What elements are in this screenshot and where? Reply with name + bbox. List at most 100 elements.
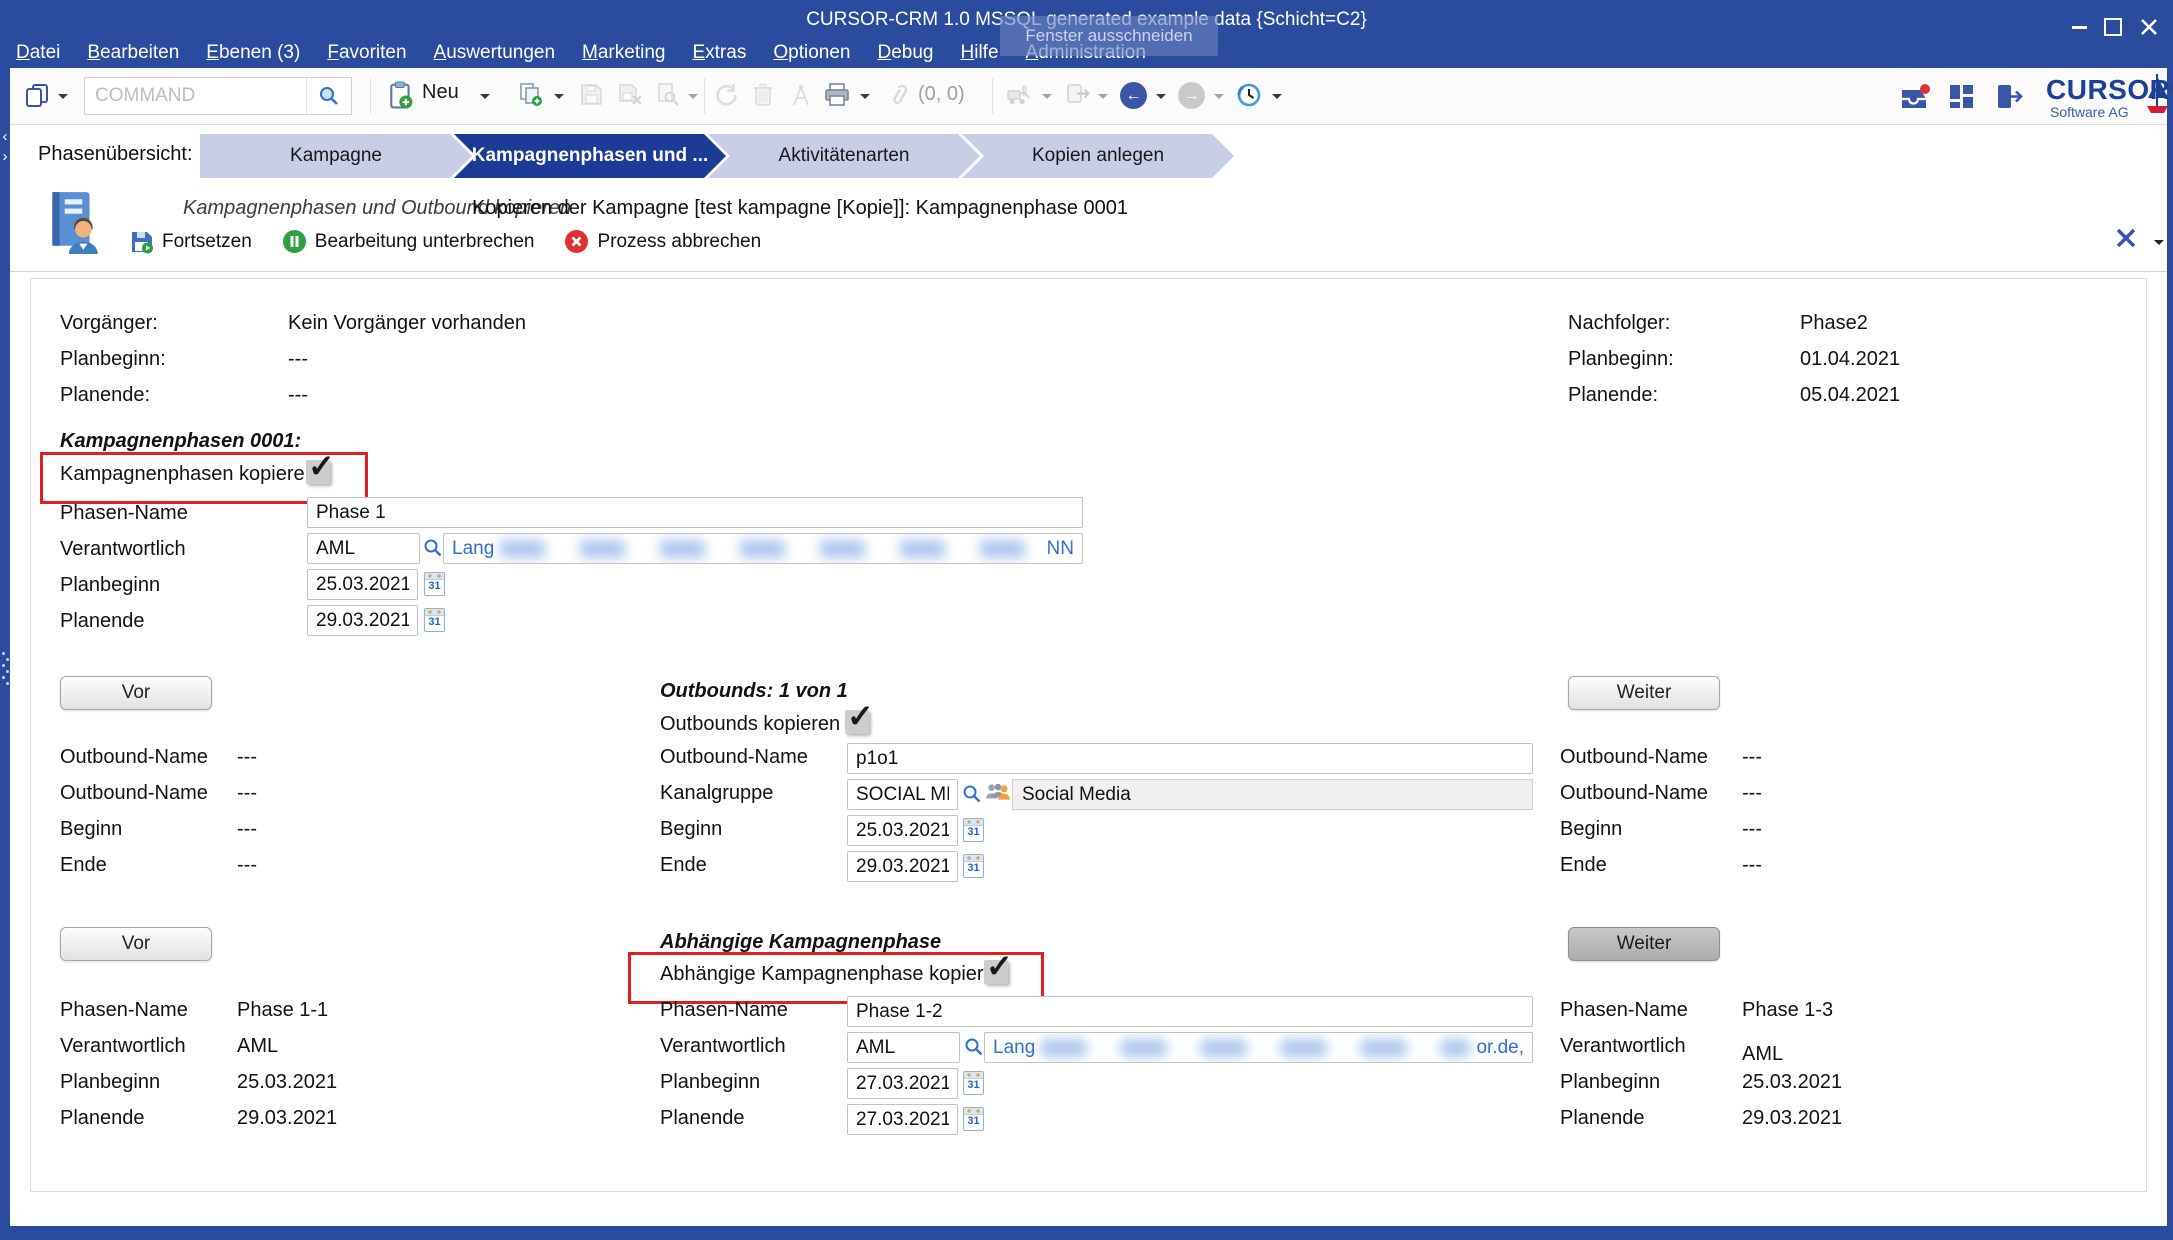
close-process-button[interactable] bbox=[2114, 226, 2144, 256]
menu-item-bearbeiten[interactable]: Bearbeiten bbox=[87, 42, 179, 64]
campaign-book-icon bbox=[44, 190, 102, 259]
lookup-search-icon[interactable] bbox=[962, 784, 982, 804]
history-caret-icon[interactable] bbox=[1272, 94, 1282, 99]
menu-item-debug[interactable]: Debug bbox=[877, 42, 933, 64]
maximize-button[interactable] bbox=[2100, 14, 2126, 40]
new-record-icon[interactable] bbox=[388, 80, 414, 110]
calendar-icon[interactable] bbox=[963, 1071, 984, 1095]
save-continue-icon bbox=[130, 230, 154, 254]
logout-icon[interactable] bbox=[1996, 83, 2026, 110]
menu-item-marketing[interactable]: Marketing bbox=[582, 42, 665, 64]
header-divider bbox=[10, 271, 2167, 272]
toolbar: Neu (0, 0) bbox=[10, 68, 2167, 125]
verantwortlich-link-field[interactable]: Lang NN bbox=[443, 533, 1083, 564]
calendar-icon[interactable] bbox=[963, 854, 984, 878]
outbounds-heading: Outbounds: 1 von 1 bbox=[660, 680, 848, 703]
verantwortlich-key-input[interactable] bbox=[307, 533, 420, 564]
save-close-icon bbox=[618, 83, 643, 106]
collapse-left-icon[interactable]: ‹ bbox=[0, 128, 10, 146]
outbound-name-label: Outbound-Name bbox=[1560, 746, 1708, 769]
navigate-back-icon[interactable]: ← bbox=[1120, 82, 1147, 109]
link-text-start: Lang bbox=[993, 1037, 1035, 1059]
planende-input[interactable] bbox=[847, 1104, 958, 1135]
print-icon[interactable] bbox=[824, 83, 850, 107]
menu-item-optionen[interactable]: Optionen bbox=[773, 42, 850, 64]
planbeginn-input[interactable] bbox=[307, 569, 418, 600]
command-input[interactable] bbox=[85, 85, 306, 107]
copy-phases-checkbox[interactable] bbox=[306, 460, 330, 484]
copy-outbounds-label: Outbounds kopieren bbox=[660, 713, 840, 736]
inbox-icon[interactable] bbox=[1898, 82, 1930, 110]
kanalgruppe-key-input[interactable] bbox=[847, 779, 958, 810]
minimize-button[interactable] bbox=[2066, 14, 2092, 40]
beginn-value: --- bbox=[1742, 818, 1762, 841]
phasen-name-input[interactable] bbox=[307, 497, 1083, 528]
window-list-icon[interactable] bbox=[24, 82, 50, 108]
drag-handle-dot bbox=[2, 664, 5, 667]
weiter-button[interactable]: Weiter bbox=[1568, 676, 1720, 710]
command-box bbox=[84, 77, 352, 115]
phasen-name-value: Phase 1-1 bbox=[237, 999, 328, 1022]
calendar-icon[interactable] bbox=[424, 608, 445, 632]
calendar-icon[interactable] bbox=[424, 572, 445, 596]
calendar-icon[interactable] bbox=[963, 818, 984, 842]
ende-label: Ende bbox=[60, 854, 107, 877]
print-caret-icon[interactable] bbox=[860, 94, 870, 99]
menu-item-ebenen[interactable]: Ebenen (3) bbox=[206, 42, 300, 64]
menu-item-datei[interactable]: Datei bbox=[16, 42, 60, 64]
planende-label: Planende bbox=[60, 610, 145, 633]
tab-kopien-anlegen[interactable]: Kopien anlegen bbox=[962, 134, 1234, 178]
copy-dependent-checkbox[interactable] bbox=[984, 960, 1008, 984]
weiter-button[interactable]: Weiter bbox=[1568, 927, 1720, 961]
phasen-name-input[interactable] bbox=[847, 996, 1533, 1027]
pause-label: Bearbeitung unterbrechen bbox=[315, 231, 535, 253]
outbound-name-value: --- bbox=[1742, 746, 1762, 769]
beginn-value: --- bbox=[237, 818, 257, 841]
verantwortlich-label: Verantwortlich bbox=[60, 538, 186, 561]
verantwortlich-link-field[interactable]: Lang or.de, bbox=[984, 1032, 1533, 1063]
predecessor-label: Vorgänger: bbox=[60, 312, 158, 335]
new-button-label[interactable]: Neu bbox=[422, 81, 459, 104]
refresh-icon bbox=[714, 83, 738, 107]
menu-item-hilfe[interactable]: Hilfe bbox=[960, 42, 998, 64]
copy-outbounds-checkbox[interactable] bbox=[845, 710, 869, 734]
forward-caret-icon bbox=[1214, 94, 1224, 99]
window-list-caret-icon[interactable] bbox=[58, 94, 68, 99]
beginn-input[interactable] bbox=[847, 815, 958, 846]
close-options-caret-icon[interactable] bbox=[2154, 240, 2164, 245]
expand-left-icon[interactable]: › bbox=[0, 148, 10, 166]
copy-record-icon[interactable] bbox=[518, 82, 543, 107]
planbeginn-label: Planbeginn bbox=[60, 574, 160, 597]
vor-button[interactable]: Vor bbox=[60, 927, 212, 961]
menu-item-extras[interactable]: Extras bbox=[692, 42, 746, 64]
dashboard-grid-icon[interactable] bbox=[1948, 83, 1975, 110]
copy-caret-icon[interactable] bbox=[554, 94, 564, 99]
lookup-search-icon[interactable] bbox=[964, 1037, 984, 1057]
menu-item-favoriten[interactable]: Favoriten bbox=[327, 42, 406, 64]
verantwortlich-key-input[interactable] bbox=[847, 1032, 960, 1063]
continue-button[interactable]: Fortsetzen bbox=[130, 230, 252, 254]
back-caret-icon[interactable] bbox=[1156, 94, 1166, 99]
search-button[interactable] bbox=[307, 78, 351, 114]
planbeginn-label: Planbeginn: bbox=[1568, 348, 1674, 371]
close-button[interactable] bbox=[2136, 14, 2162, 40]
outbound-name-input[interactable] bbox=[847, 743, 1533, 774]
lookup-search-icon[interactable] bbox=[423, 538, 443, 558]
planbeginn-input[interactable] bbox=[847, 1068, 958, 1099]
drag-handle-dot bbox=[6, 670, 9, 673]
new-button-caret-icon[interactable] bbox=[480, 94, 490, 99]
tab-kampagne[interactable]: Kampagne bbox=[200, 134, 472, 178]
calendar-icon[interactable] bbox=[963, 1107, 984, 1131]
toolbar-separator bbox=[370, 78, 371, 114]
vor-button[interactable]: Vor bbox=[60, 676, 212, 710]
planende-input[interactable] bbox=[307, 605, 418, 636]
tab-aktivitaetenarten[interactable]: Aktivitätenarten bbox=[708, 134, 980, 178]
abort-process-button[interactable]: Prozess abbrechen bbox=[564, 229, 761, 254]
outbound-name-label: Outbound-Name bbox=[660, 746, 808, 769]
redacted-blur bbox=[500, 540, 1040, 558]
ende-input[interactable] bbox=[847, 851, 958, 882]
pause-editing-button[interactable]: Bearbeitung unterbrechen bbox=[282, 229, 535, 254]
tab-kampagnenphasen[interactable]: Kampagnenphasen und ... bbox=[454, 134, 726, 178]
menu-item-auswertungen[interactable]: Auswertungen bbox=[434, 42, 555, 64]
history-icon[interactable] bbox=[1236, 82, 1262, 108]
